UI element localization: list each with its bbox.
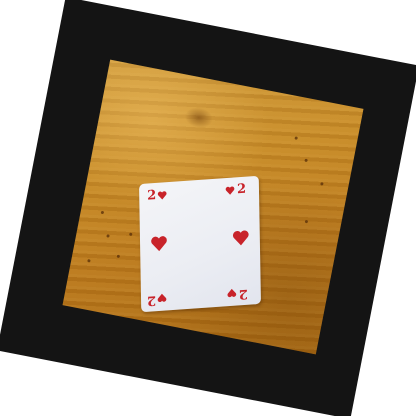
wood-speck	[304, 219, 309, 224]
wood-speck	[294, 136, 298, 140]
wood-speck	[106, 234, 110, 238]
heart-icon	[157, 293, 167, 303]
wood-speck	[320, 182, 324, 186]
heart-icon	[151, 236, 167, 252]
heart-icon	[227, 288, 237, 298]
playing-card: 2 2 2 2	[139, 175, 261, 313]
image-canvas: 2 2 2 2	[0, 0, 416, 416]
wood-speck	[304, 158, 308, 163]
heart-icon	[157, 191, 167, 200]
heart-icon	[225, 186, 235, 195]
card-rank-bottom-left: 2	[146, 292, 157, 308]
heart-icon	[233, 230, 249, 246]
wood-speck	[87, 259, 91, 263]
wood-speck	[116, 254, 121, 259]
wood-speck	[100, 210, 105, 215]
card-rank-bottom-right: 2	[238, 285, 248, 302]
wood-speck	[129, 232, 133, 237]
card-rank-top-right: 2	[236, 181, 247, 198]
card-rank-top-left: 2	[147, 187, 157, 204]
